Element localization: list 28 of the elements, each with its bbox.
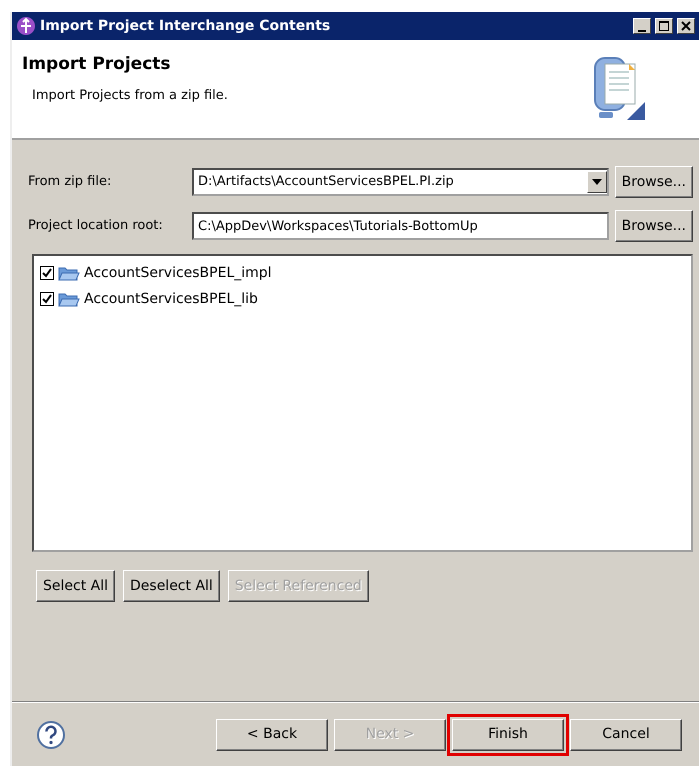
help-icon[interactable] <box>36 720 66 750</box>
wizard-button[interactable]: < Back <box>216 718 328 750</box>
minimize-icon <box>638 29 646 33</box>
app-icon <box>16 16 36 36</box>
minimize-button[interactable] <box>633 18 651 34</box>
location-field[interactable]: C:\AppDev\Workspaces\Tutorials-BottomUp <box>192 212 609 240</box>
folder-icon <box>58 265 80 281</box>
page-title: Import Projects <box>22 53 172 76</box>
folder-icon <box>58 291 80 307</box>
browse-button[interactable]: Browse... <box>614 210 693 242</box>
selection-button[interactable]: Deselect All <box>123 570 220 602</box>
project-name: AccountServicesBPEL_lib <box>84 290 258 308</box>
field-label: Project location root: <box>28 217 164 236</box>
zip-file-combo[interactable]: D:\Artifacts\AccountServicesBPEL.PI.zip <box>192 168 609 196</box>
project-name: AccountServicesBPEL_impl <box>84 264 272 282</box>
page-description: Import Projects from a zip file. <box>32 86 228 104</box>
close-icon <box>681 21 691 31</box>
maximize-icon <box>659 21 669 31</box>
selection-button[interactable]: Select All <box>36 570 115 602</box>
window-title: Import Project Interchange Contents <box>40 16 330 36</box>
browse-button[interactable]: Browse... <box>614 166 693 198</box>
maximize-button[interactable] <box>655 18 673 34</box>
checkbox[interactable] <box>40 266 54 280</box>
wizard-button[interactable]: Cancel <box>570 718 682 750</box>
field-label: From zip file: <box>28 173 112 192</box>
checkbox[interactable] <box>40 292 54 306</box>
wizard-button[interactable]: Finish <box>452 718 564 750</box>
close-button[interactable] <box>677 18 695 34</box>
